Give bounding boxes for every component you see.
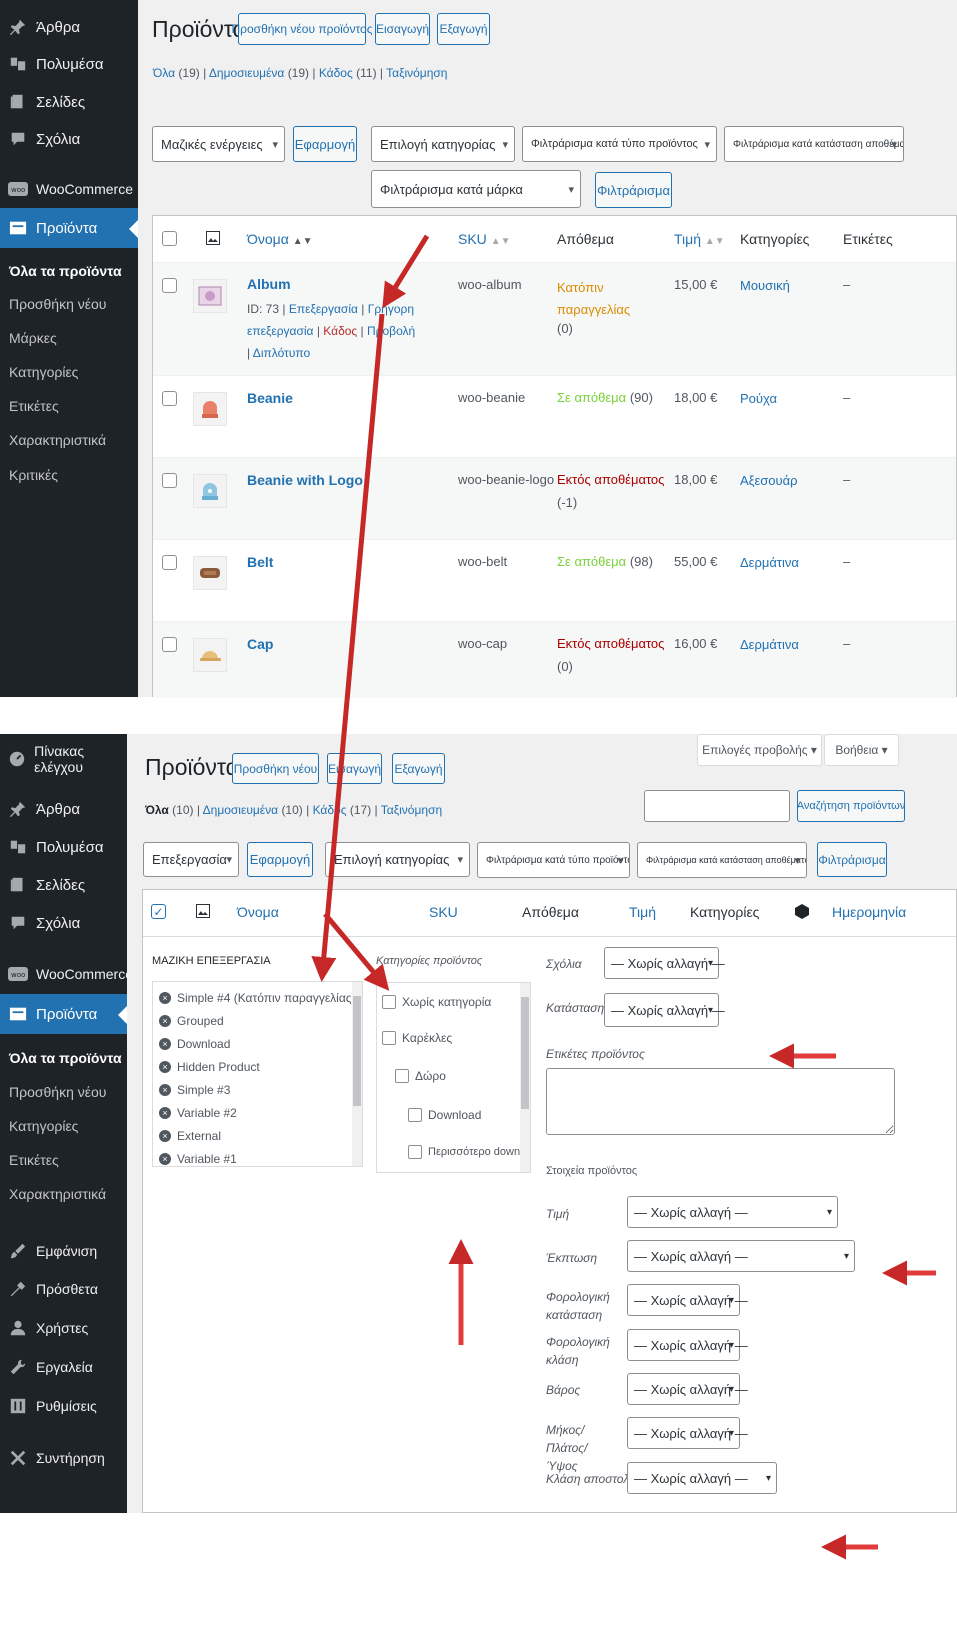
arrow-quick-edit [382, 234, 430, 309]
arrow-long-to-bulk-edit [311, 313, 385, 982]
arrow-to-categories [323, 912, 390, 991]
annotation-arrows [311, 234, 936, 1560]
